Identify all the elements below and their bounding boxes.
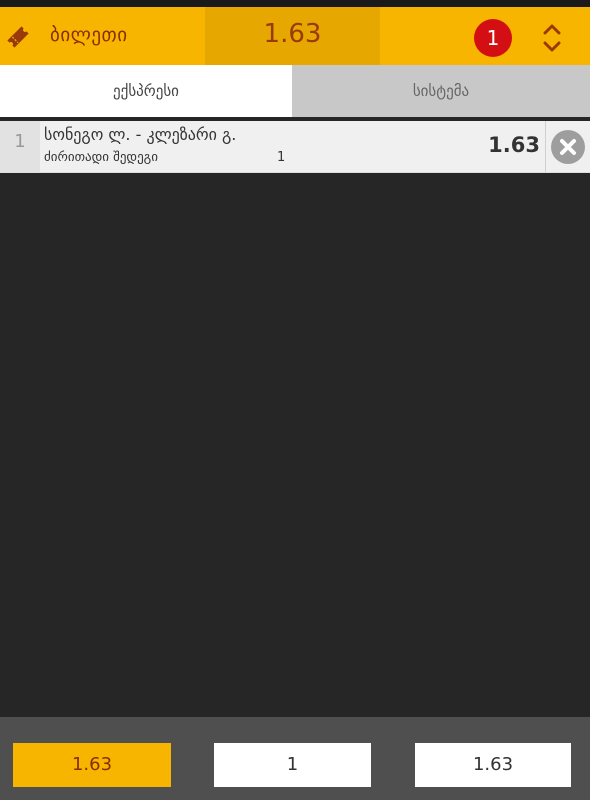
status-strip <box>0 0 590 7</box>
expand-collapse-icon[interactable] <box>538 21 566 55</box>
bet-match-name: სონეგო ლ. - კლეზარი გ. <box>44 125 237 144</box>
bet-count-badge: 1 <box>474 19 512 57</box>
betslip-footer: 1.63 1 1.63 <box>0 717 590 800</box>
ticket-icon <box>7 26 29 48</box>
betslip-header[interactable]: ბილეთი 1.63 1 <box>0 7 590 65</box>
tab-system[interactable]: სისტემა <box>292 65 590 117</box>
close-icon <box>560 139 576 155</box>
bet-market-name: ძირითადი შედეგი <box>44 150 158 165</box>
total-odds-box: 1.63 <box>205 7 380 65</box>
bet-index: 1 <box>14 131 26 152</box>
bet-index-cell: 1 <box>0 121 40 172</box>
bet-pick: 1 <box>277 150 286 165</box>
bet-row[interactable]: 1 სონეგო ლ. - კლეზარი გ. ძირითადი შედეგი… <box>0 121 590 173</box>
tab-express[interactable]: ექსპრესი <box>0 65 292 117</box>
stake-input[interactable]: 1 <box>214 743 371 787</box>
total-odds-value: 1.63 <box>263 19 322 49</box>
betslip-title: ბილეთი <box>50 24 128 46</box>
remove-bet-button[interactable] <box>551 130 585 164</box>
bet-odds: 1.63 <box>488 133 540 157</box>
possible-win-field: 1.63 <box>415 743 571 787</box>
divider <box>545 121 546 172</box>
bet-type-tabs: ექსპრესი სისტემა <box>0 65 590 117</box>
footer-odds-field: 1.63 <box>13 743 171 787</box>
